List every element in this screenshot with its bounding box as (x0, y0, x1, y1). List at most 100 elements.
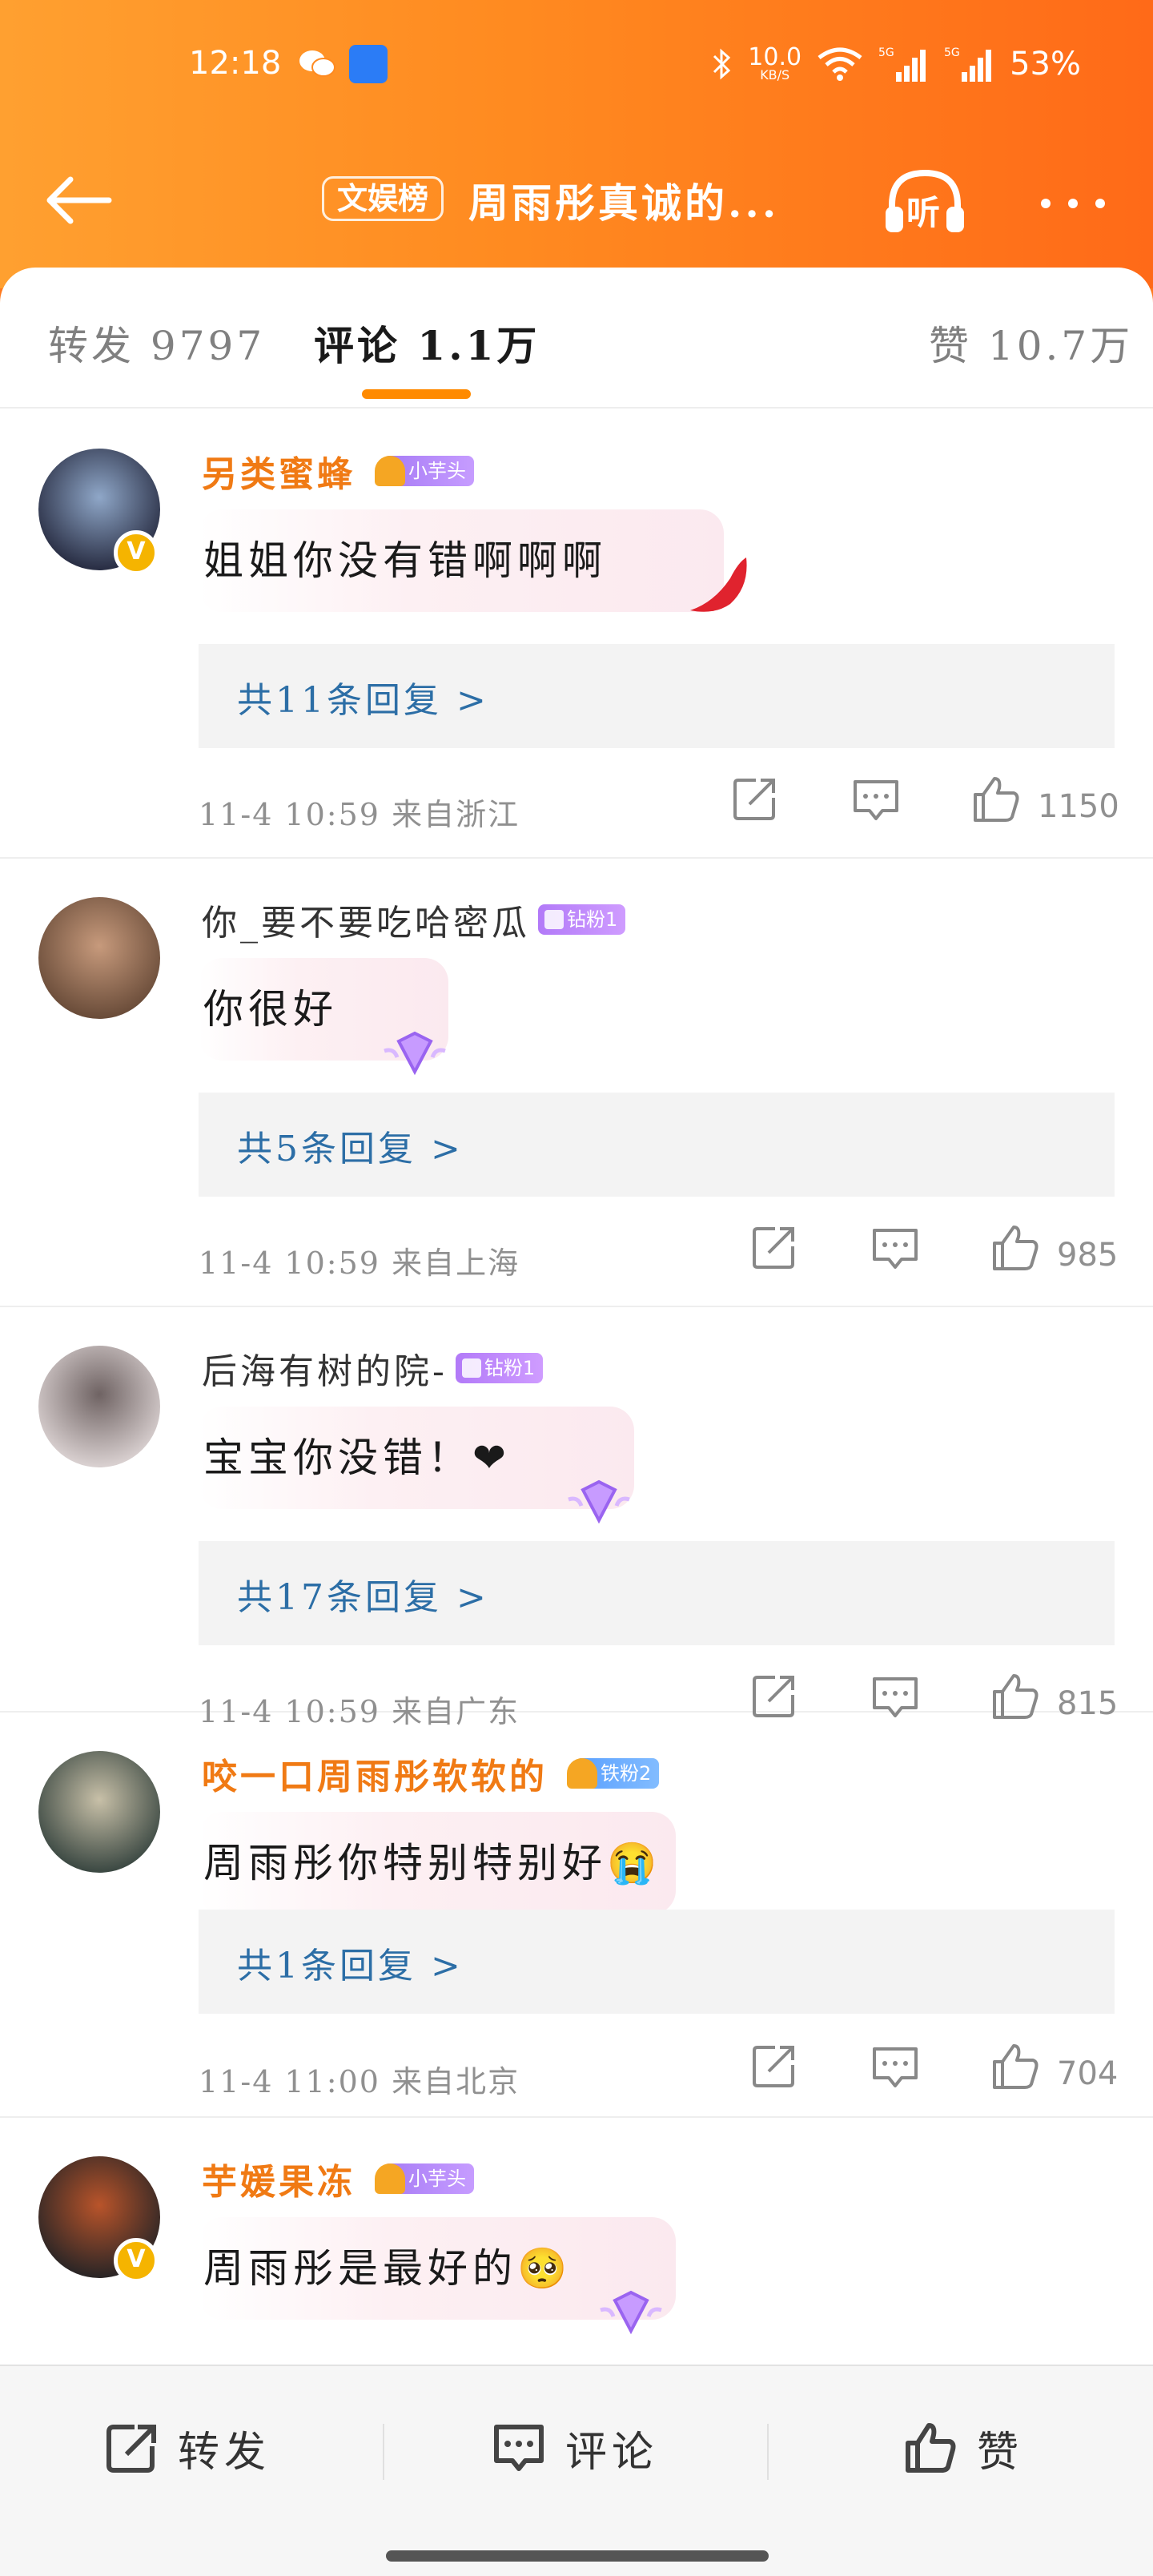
comment-text: 宝宝你没错！❤ (203, 1435, 511, 1481)
repost-button[interactable]: 转发 (102, 2416, 271, 2480)
comment-location: 来自上海 (392, 1246, 520, 1281)
fan-badge[interactable]: 钻粉1 (538, 904, 626, 935)
replies-link[interactable]: 共1条回复 > (199, 1910, 1115, 2014)
avatar[interactable] (38, 1751, 160, 1873)
battery-level: 53% (1010, 46, 1081, 83)
back-arrow-icon[interactable] (42, 175, 119, 226)
crown-icon (375, 2163, 405, 2194)
app-notification-icon (349, 45, 388, 83)
verified-badge-icon: V (114, 530, 159, 575)
nav-bar: 文娱榜 周雨彤真诚的... 听 (0, 160, 1153, 240)
diamond-decoration-icon (384, 1031, 446, 1076)
listen-button[interactable]: 听 (881, 165, 969, 237)
category-tag[interactable]: 文娱榜 (322, 176, 444, 221)
thumbs-up-icon[interactable] (990, 1222, 1041, 1274)
comment-time: 11-4 11:00 (199, 2064, 380, 2099)
diamond-decoration-icon (568, 1479, 630, 1524)
like-button[interactable]: 赞 (902, 2416, 1023, 2480)
comment-meta: 11-4 11:00 来自北京 (199, 2057, 520, 2101)
thumbs-up-icon[interactable] (990, 2041, 1041, 2092)
bottom-action-bar: 转发 评论 赞 (0, 2365, 1153, 2576)
like-count: 985 (1057, 1237, 1119, 1274)
fan-badge[interactable]: 小芋头 (375, 2163, 474, 2194)
wifi-icon (818, 47, 862, 81)
fan-badge-label: 铁粉2 (601, 1762, 652, 1785)
diamond-decoration-icon (600, 2290, 662, 2335)
avatar[interactable] (38, 897, 160, 1019)
comment-text: 你很好 (203, 986, 338, 1032)
more-options-icon[interactable] (1033, 176, 1113, 224)
comment-time: 11-4 10:59 (199, 1246, 380, 1281)
home-indicator[interactable] (386, 2550, 769, 2562)
bluetooth-icon (713, 48, 731, 80)
replies-label: 共17条回复 > (237, 1577, 489, 1618)
comment-item[interactable]: 后海有树的院- 钻粉1 宝宝你没错！❤ 共17条回复 >11-4 10:59 来自广东… (0, 1307, 1153, 1729)
replies-label: 共1条回复 > (237, 1946, 464, 1986)
comment-text: 周雨彤你特别特别好😭 (203, 1840, 662, 1886)
comment-meta: 11-4 10:59 来自上海 (199, 1238, 520, 1282)
comment-location: 来自浙江 (392, 797, 520, 832)
fan-badge[interactable]: 钻粉1 (455, 1353, 544, 1383)
tab-likes[interactable]: 赞 10.7万 (929, 314, 1133, 372)
divider (383, 2424, 384, 2480)
thumbs-up-icon[interactable] (970, 774, 1022, 825)
replies-label: 共11条回复 > (237, 680, 489, 721)
share-icon[interactable] (729, 774, 780, 825)
username[interactable]: 后海有树的院- (202, 1342, 448, 1394)
replies-link[interactable]: 共5条回复 > (199, 1093, 1115, 1197)
tab-bar: 转发 9797 评论 1.1万 赞 10.7万 (0, 268, 1153, 409)
status-indicators: 10.0 KB/S 5G 5G 53% (709, 45, 1081, 83)
comment-location: 来自北京 (392, 2064, 520, 2099)
replies-label: 共5条回复 > (237, 1129, 464, 1169)
avatar[interactable] (38, 1346, 160, 1467)
replies-link[interactable]: 共11条回复 > (199, 644, 1115, 748)
fan-badge[interactable]: 小芋头 (375, 456, 474, 486)
listen-label: 听 (906, 193, 941, 232)
username-row: 芋媛果冻 小芋头 (202, 2153, 474, 2204)
comment-item[interactable]: V 另类蜜蜂 小芋头姐姐你没有错啊啊啊共11条回复 > 11-4 10:59 来自浙江… (0, 410, 1153, 859)
tab-repost[interactable]: 转发 9797 (48, 314, 265, 372)
net-speed: 10.0 KB/S (748, 43, 802, 83)
reply-icon[interactable] (870, 2041, 921, 2092)
comment-text: 周雨彤是最好的🥺 (203, 2245, 572, 2292)
username-row: 咬一口周雨彤软软的 铁粉2 (202, 1748, 660, 1799)
fan-badge-label: 钻粉1 (484, 1357, 536, 1379)
feather-decoration-icon (690, 557, 747, 612)
content-card: 转发 9797 评论 1.1万 赞 10.7万 V 另类蜜蜂 小芋头 姐姐你没有错啊啊… (0, 268, 1153, 2576)
svg-text:5G: 5G (944, 46, 960, 59)
username[interactable]: 咬一口周雨彤软软的 (202, 1748, 548, 1799)
comment-button[interactable]: 评论 (490, 2416, 658, 2480)
fan-badge[interactable]: 铁粉2 (567, 1758, 660, 1789)
status-time: 12:18 (189, 45, 282, 82)
diamond-icon (461, 1358, 481, 1378)
username-row: 另类蜜蜂 小芋头 (202, 445, 474, 497)
thumbs-up-icon (906, 2423, 956, 2473)
crown-icon (375, 456, 405, 486)
signal-icon-2: 5G (944, 46, 992, 82)
comment-icon (494, 2425, 544, 2471)
username[interactable]: 另类蜜蜂 (202, 445, 356, 497)
divider (767, 2424, 769, 2480)
username-row: 你_要不要吃哈密瓜 钻粉1 (202, 894, 626, 945)
replies-link[interactable]: 共17条回复 > (199, 1541, 1115, 1645)
comment-item[interactable]: 你_要不要吃哈密瓜 钻粉1 你很好共5条回复 > 11-4 10:59 来自上海 985 (0, 859, 1153, 1307)
username[interactable]: 芋媛果冻 (202, 2153, 356, 2204)
tab-indicator (362, 389, 471, 399)
comment-item[interactable]: 咬一口周雨彤软软的 铁粉2 周雨彤你特别特别好😭 共1条回复 > 11-4 11:00 … (0, 1713, 1153, 2118)
tab-comments[interactable]: 评论 1.1万 (314, 314, 540, 372)
fan-badge-label: 小芋头 (408, 2167, 466, 2190)
share-icon[interactable] (748, 1222, 799, 1274)
comment-bubble: 周雨彤你特别特别好😭 (199, 1812, 676, 1914)
share-icon[interactable] (748, 2041, 799, 2092)
diamond-icon (544, 910, 564, 929)
wechat-icon (299, 50, 335, 77)
username[interactable]: 你_要不要吃哈密瓜 (202, 894, 530, 945)
comment-meta: 11-4 10:59 来自浙江 (199, 790, 520, 834)
reply-icon[interactable] (870, 1222, 921, 1274)
svg-text:5G: 5G (878, 46, 894, 59)
fan-badge-label: 钻粉1 (567, 908, 618, 931)
crown-icon (567, 1758, 597, 1789)
verified-badge-icon: V (114, 2238, 159, 2283)
reply-icon[interactable] (850, 774, 902, 825)
comment-text: 姐姐你没有错啊啊啊 (203, 537, 607, 584)
